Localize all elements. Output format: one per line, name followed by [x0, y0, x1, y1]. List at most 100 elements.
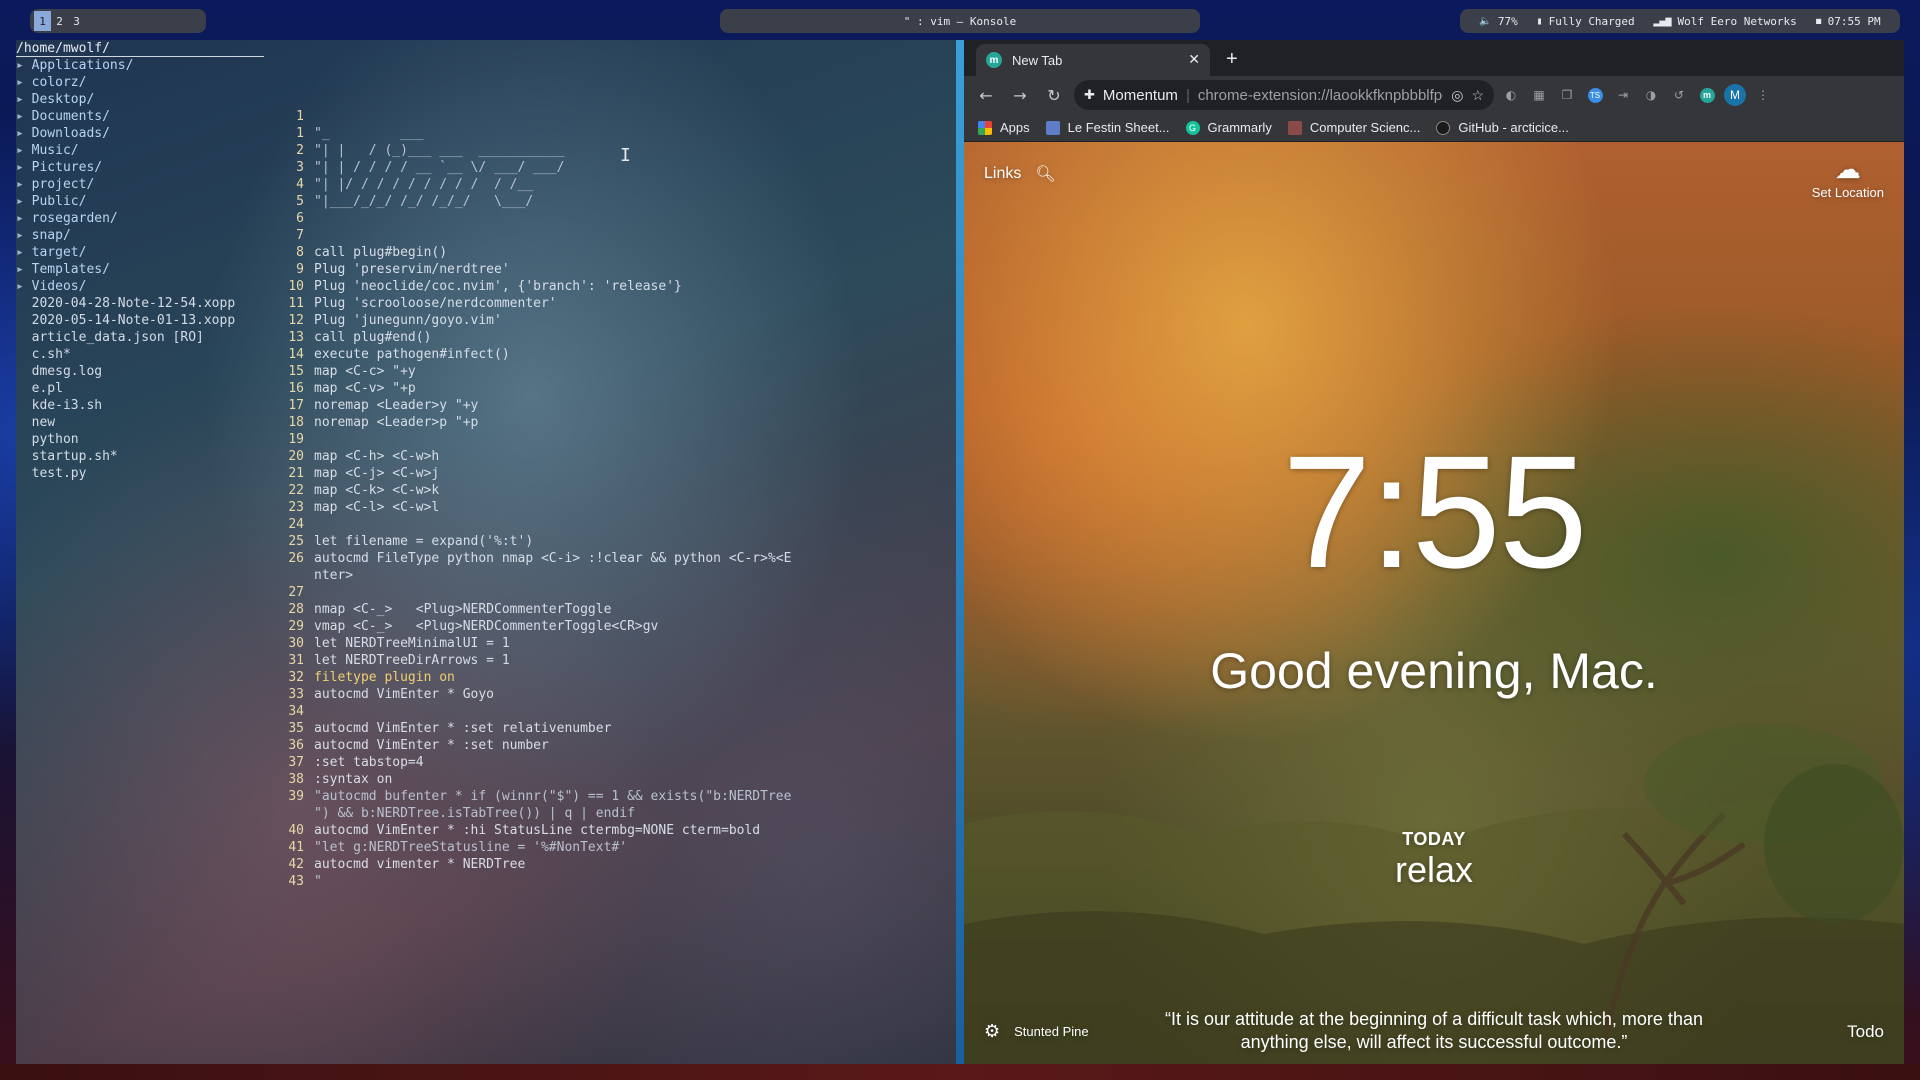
extension-compass-icon[interactable]: ◐: [1500, 84, 1522, 106]
tree-item-name: target/: [31, 245, 87, 260]
chrome-window: m New Tab ✕ + ← → ↻ ✚ Momentum | chrome-…: [964, 40, 1904, 1064]
tree-directory[interactable]: ▸ Downloads/: [16, 125, 266, 142]
gear-icon[interactable]: ⚙: [984, 1021, 1000, 1042]
extension-arrow-icon[interactable]: ⇥: [1612, 84, 1634, 106]
tree-directory[interactable]: ▸ snap/: [16, 227, 266, 244]
address-bar[interactable]: ✚ Momentum | chrome-extension://laookkfk…: [1074, 80, 1494, 110]
code-line: 31 let NERDTreeDirArrows = 1: [266, 652, 791, 669]
tree-file[interactable]: e.pl: [16, 380, 266, 397]
tree-item-name: dmesg.log: [31, 364, 103, 379]
daily-quote: “It is our attitude at the beginning of …: [1165, 1009, 1703, 1052]
code-line: 17 noremap <Leader>y "+y: [266, 397, 791, 414]
line-text: execute pathogen#infect(): [314, 347, 510, 362]
code-line: 15 map <C-c> "+y: [266, 363, 791, 380]
konsole-terminal[interactable]: /home/mwolf/ ▸ Applications/▸ colorz/▸ D…: [16, 40, 956, 1064]
tree-directory[interactable]: ▸ Desktop/: [16, 91, 266, 108]
nerdtree-panel[interactable]: /home/mwolf/ ▸ Applications/▸ colorz/▸ D…: [16, 40, 266, 482]
clock-status[interactable]: ◼ 07:55 PM: [1816, 15, 1881, 28]
reload-button[interactable]: ↻: [1040, 81, 1068, 109]
new-tab-button[interactable]: +: [1226, 48, 1238, 71]
network-status[interactable]: ▂▄▆ Wolf Eero Networks: [1653, 15, 1796, 28]
code-line: 19: [266, 431, 791, 448]
bookmark-label: Apps: [1000, 120, 1030, 135]
workspace-3[interactable]: 3: [68, 11, 85, 31]
tree-item-name: e.pl: [31, 381, 63, 396]
address-url: chrome-extension://laookkfknpbbblfpciff.…: [1197, 86, 1443, 104]
extension-half-circle-icon[interactable]: ◑: [1640, 84, 1662, 106]
search-icon[interactable]: 🔍︎: [1035, 164, 1055, 184]
tree-file[interactable]: 2020-04-28-Note-12-54.xopp: [16, 295, 266, 312]
bookmark-apps[interactable]: Apps: [978, 120, 1030, 135]
code-line: 5 "|___/_/_/ /_/ /_/_/ \___/: [266, 193, 791, 210]
close-tab-icon[interactable]: ✕: [1188, 52, 1200, 68]
extension-ts-icon[interactable]: TS: [1584, 84, 1606, 106]
workspace-2[interactable]: 2: [51, 11, 68, 31]
tree-file[interactable]: python: [16, 431, 266, 448]
code-line: 9 Plug 'preservim/nerdtree': [266, 261, 791, 278]
tree-file[interactable]: test.py: [16, 465, 266, 482]
tree-expand-arrow-icon: ▸: [16, 262, 32, 277]
line-number: 12: [288, 313, 304, 328]
vim-buffer[interactable]: 1 1 "_ ___ 2 "| | / (_)___ ___ ___________ 3 "…: [266, 108, 791, 890]
bookmark-le-festin[interactable]: Le Festin Sheet...: [1045, 120, 1170, 135]
workspace-1[interactable]: 1: [34, 11, 51, 31]
forward-button[interactable]: →: [1006, 81, 1034, 109]
bookmark-github[interactable]: GitHub - arcticice...: [1436, 120, 1569, 135]
nerdtree-root-path[interactable]: /home/mwolf/: [16, 40, 264, 57]
bookmarks-bar: Apps Le Festin Sheet... G Grammarly Comp…: [964, 114, 1904, 142]
extension-grid-icon[interactable]: ▦: [1528, 84, 1550, 106]
extension-refresh-icon[interactable]: ↺: [1668, 84, 1690, 106]
tree-directory[interactable]: ▸ Videos/: [16, 278, 266, 295]
tab-new-tab[interactable]: m New Tab ✕: [976, 44, 1210, 76]
bookmark-computer-science[interactable]: Computer Scienc...: [1287, 120, 1420, 135]
tree-item-name: rosegarden/: [31, 211, 118, 226]
tree-directory[interactable]: ▸ Documents/: [16, 108, 266, 125]
extension-layers-icon[interactable]: ❐: [1556, 84, 1578, 106]
tree-directory[interactable]: ▸ target/: [16, 244, 266, 261]
links-label[interactable]: Links: [984, 165, 1021, 183]
tree-directory[interactable]: ▸ rosegarden/: [16, 210, 266, 227]
todo-button[interactable]: Todo: [1847, 1022, 1884, 1042]
tree-directory[interactable]: ▸ Pictures/: [16, 159, 266, 176]
tab-title: New Tab: [1012, 52, 1063, 68]
tree-directory[interactable]: ▸ Applications/: [16, 57, 266, 74]
bookmark-grammarly[interactable]: G Grammarly: [1185, 120, 1272, 135]
tree-directory[interactable]: ▸ Music/: [16, 142, 266, 159]
code-line: 12 Plug 'junegunn/goyo.vim': [266, 312, 791, 329]
weather-widget[interactable]: ☁ Set Location: [1812, 154, 1884, 200]
volume-status[interactable]: 🔈 77%: [1479, 15, 1517, 28]
tree-file[interactable]: 2020-05-14-Note-01-13.xopp: [16, 312, 266, 329]
tree-directory[interactable]: ▸ project/: [16, 176, 266, 193]
line-number: 20: [288, 449, 304, 464]
bookmark-star-icon[interactable]: ☆: [1471, 87, 1484, 104]
tree-file[interactable]: c.sh*: [16, 346, 266, 363]
tree-file[interactable]: kde-i3.sh: [16, 397, 266, 414]
location-target-icon[interactable]: ◎: [1451, 87, 1463, 104]
links-widget[interactable]: Links 🔍︎: [984, 164, 1056, 184]
extension-momentum-icon[interactable]: m: [1696, 84, 1718, 106]
settings-area: ⚙ Stunted Pine: [984, 1021, 1089, 1042]
line-number: [266, 805, 314, 822]
tree-file[interactable]: article_data.json [RO]: [16, 329, 266, 346]
tree-file[interactable]: dmesg.log: [16, 363, 266, 380]
building-icon: [1287, 120, 1302, 135]
line-number: 43: [288, 874, 304, 889]
line-number: 37: [288, 755, 304, 770]
code-line: 39 "autocmd bufenter * if (winnr("$") == …: [266, 788, 791, 805]
browser-menu-icon[interactable]: ⋮: [1752, 84, 1774, 106]
profile-avatar[interactable]: M: [1724, 84, 1746, 106]
tree-directory[interactable]: ▸ Templates/: [16, 261, 266, 278]
tree-expand-arrow-icon: ▸: [16, 143, 32, 158]
tree-file[interactable]: new: [16, 414, 266, 431]
tree-file[interactable]: startup.sh*: [16, 448, 266, 465]
line-number: 8: [296, 245, 304, 260]
battery-status[interactable]: ▮ Fully Charged: [1537, 15, 1635, 28]
line-text: Plug 'neoclide/coc.nvim', {'branch': 're…: [314, 279, 682, 294]
back-button[interactable]: ←: [972, 81, 1000, 109]
tree-directory[interactable]: ▸ Public/: [16, 193, 266, 210]
line-number: 13: [288, 330, 304, 345]
daily-focus[interactable]: relax: [964, 849, 1904, 891]
photo-location[interactable]: Stunted Pine: [1014, 1024, 1088, 1039]
tree-directory[interactable]: ▸ colorz/: [16, 74, 266, 91]
weather-set-location[interactable]: Set Location: [1812, 185, 1884, 200]
